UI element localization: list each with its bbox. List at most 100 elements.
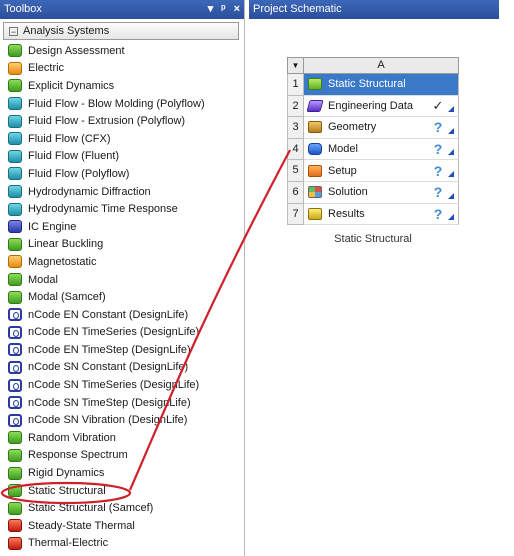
toolbox-item-label: nCode SN TimeStep (DesignLife) xyxy=(28,396,191,409)
analysis-system-icon xyxy=(8,132,22,146)
row-number: 6 xyxy=(287,181,304,204)
cell-type-icon xyxy=(308,121,322,134)
schematic-titlebar: Project Schematic xyxy=(249,0,499,19)
toolbox-item-label: Static Structural xyxy=(28,484,106,497)
toolbox-item[interactable]: Thermal-Electric xyxy=(0,535,244,553)
analysis-system-icon xyxy=(8,536,22,550)
toolbox-item[interactable]: Hydrodynamic Time Response xyxy=(0,200,244,218)
toolbox-item[interactable]: Random Vibration xyxy=(0,429,244,447)
toolbox-item[interactable]: nCode EN TimeStep (DesignLife) xyxy=(0,341,244,359)
toolbox-item-label: nCode SN TimeSeries (DesignLife) xyxy=(28,379,200,392)
cell-type-icon xyxy=(308,207,322,220)
system-menu-arrow-icon[interactable]: ▼ xyxy=(287,57,304,74)
refresh-required-icon: ? xyxy=(433,141,443,158)
pin-icon[interactable]: ᵖ xyxy=(221,0,225,19)
toolbox-item-label: Static Structural (Samcef) xyxy=(28,502,154,515)
toolbox-item-label: Hydrodynamic Diffraction xyxy=(28,185,151,198)
system-row: 6 Solution? xyxy=(287,181,459,204)
toolbox-item[interactable]: Fluid Flow (Polyflow) xyxy=(0,165,244,183)
system-row: 7 Results? xyxy=(287,203,459,226)
collapse-icon[interactable]: − xyxy=(9,26,18,36)
toolbox-item[interactable]: Rigid Dynamics xyxy=(0,464,244,482)
toolbox-item[interactable]: Design Assessment xyxy=(0,42,244,60)
analysis-system-icon xyxy=(8,466,22,480)
system-row: 1 Static Structural xyxy=(287,74,459,96)
up-to-date-check-icon: ✓ xyxy=(432,97,444,113)
toolbox-item[interactable]: Linear Buckling xyxy=(0,236,244,254)
system-cell[interactable]: Model? xyxy=(304,138,459,161)
system-row: 2 Engineering Data ✓ xyxy=(287,95,459,118)
toolbox-item[interactable]: nCode EN TimeSeries (DesignLife) xyxy=(0,324,244,342)
system-cell[interactable]: Engineering Data ✓ xyxy=(304,95,459,118)
toolbox-item[interactable]: Response Spectrum xyxy=(0,447,244,465)
toolbox-item-label: Hydrodynamic Time Response xyxy=(28,203,178,216)
dropdown-icon[interactable]: ▾ xyxy=(208,0,214,19)
analysis-system-icon xyxy=(8,343,22,357)
analysis-system-icon xyxy=(8,448,22,462)
analysis-system-icon xyxy=(8,396,22,410)
toolbox-item-label: Modal (Samcef) xyxy=(28,291,106,304)
toolbox-item[interactable]: Fluid Flow - Extrusion (Polyflow) xyxy=(0,112,244,130)
toolbox-item[interactable]: Fluid Flow (Fluent) xyxy=(0,148,244,166)
toolbox-item[interactable]: Static Structural (Samcef) xyxy=(0,499,244,517)
system-cell[interactable]: Results? xyxy=(304,203,459,226)
toolbox-title: Toolbox xyxy=(4,3,42,15)
toolbox-item[interactable]: nCode SN TimeStep (DesignLife) xyxy=(0,394,244,412)
toolbox-item[interactable]: Hydrodynamic Diffraction xyxy=(0,183,244,201)
static-structural-system-block[interactable]: ▼ A 1 Static Structural 2 Engineering Data ✓… xyxy=(287,57,459,245)
toolbox-item[interactable]: Explicit Dynamics xyxy=(0,77,244,95)
toolbox-item[interactable]: Static Structural xyxy=(0,482,244,500)
toolbox-item[interactable]: nCode SN Vibration (DesignLife) xyxy=(0,411,244,429)
toolbox-item-label: Linear Buckling xyxy=(28,238,104,251)
toolbox-item[interactable]: Fluid Flow - Blow Molding (Polyflow) xyxy=(0,95,244,113)
cell-label: Engineering Data xyxy=(328,99,414,112)
row-number: 4 xyxy=(287,138,304,161)
toolbox-item[interactable]: nCode SN Constant (DesignLife) xyxy=(0,359,244,377)
analysis-system-icon xyxy=(8,167,22,181)
toolbox-item-label: nCode SN Vibration (DesignLife) xyxy=(28,414,188,427)
toolbox-item[interactable]: Fluid Flow (CFX) xyxy=(0,130,244,148)
toolbox-item[interactable]: IC Engine xyxy=(0,218,244,236)
toolbox-item[interactable]: Modal (Samcef) xyxy=(0,288,244,306)
toolbox-item[interactable]: Electric xyxy=(0,60,244,78)
cell-label: Setup xyxy=(328,164,357,177)
analysis-system-icon xyxy=(8,97,22,111)
toolbox-item[interactable]: Magnetostatic xyxy=(0,253,244,271)
analysis-system-icon xyxy=(8,413,22,427)
toolbox-item-label: Electric xyxy=(28,62,65,75)
system-cell[interactable]: Static Structural xyxy=(304,74,459,96)
system-cell[interactable]: Geometry? xyxy=(304,117,459,139)
system-caption[interactable]: Static Structural xyxy=(287,233,459,245)
toolbox-item-label: IC Engine xyxy=(28,220,77,233)
toolbox-item-label: nCode EN Constant (DesignLife) xyxy=(28,308,189,321)
toolbox-item-label: Modal xyxy=(28,273,58,286)
cell-type-icon xyxy=(308,78,322,91)
toolbox-item[interactable]: Steady-State Thermal xyxy=(0,517,244,535)
analysis-system-icon xyxy=(8,44,22,58)
refresh-required-icon: ? xyxy=(433,205,443,222)
toolbox-item-label: Magnetostatic xyxy=(28,255,97,268)
toolbox-item-label: Random Vibration xyxy=(28,431,116,444)
analysis-systems-group-header[interactable]: − Analysis Systems xyxy=(3,22,239,40)
analysis-system-icon xyxy=(8,378,22,392)
system-cell[interactable]: Solution? xyxy=(304,181,459,204)
analysis-systems-list: Design Assessment Electric Explicit Dynami… xyxy=(0,42,244,552)
toolbox-item-label: nCode EN TimeSeries (DesignLife) xyxy=(28,326,200,339)
corner-triangle-icon xyxy=(448,149,454,156)
toolbox-item[interactable]: Modal xyxy=(0,271,244,289)
project-schematic-panel: Project Schematic ▼ A 1 Static Structural… xyxy=(249,0,514,556)
cell-label: Geometry xyxy=(328,121,377,134)
toolbox-item-label: nCode SN Constant (DesignLife) xyxy=(28,361,189,374)
system-cells: 1 Static Structural 2 Engineering Data ✓ 3 Geo… xyxy=(287,74,459,226)
system-cell[interactable]: Setup? xyxy=(304,160,459,182)
row-number: 3 xyxy=(287,117,304,139)
row-number: 7 xyxy=(287,203,304,226)
toolbox-item[interactable]: nCode SN TimeSeries (DesignLife) xyxy=(0,376,244,394)
toolbox-item-label: Design Assessment xyxy=(28,44,125,57)
cell-label: Model xyxy=(328,143,358,156)
system-block-header: ▼ A xyxy=(287,57,459,74)
toolbox-item-label: Rigid Dynamics xyxy=(28,467,105,480)
analysis-system-icon xyxy=(8,431,22,445)
toolbox-item[interactable]: nCode EN Constant (DesignLife) xyxy=(0,306,244,324)
close-icon[interactable]: × xyxy=(234,0,240,19)
